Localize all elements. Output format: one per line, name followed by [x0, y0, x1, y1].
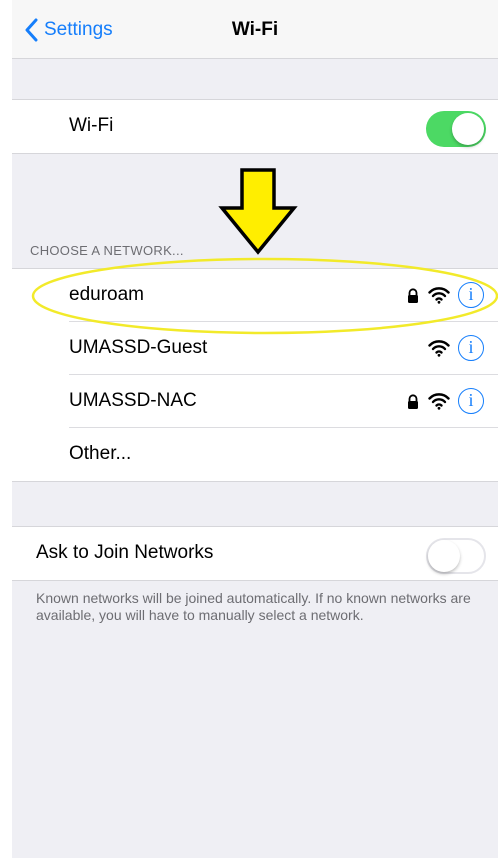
wifi-toggle[interactable] [426, 111, 486, 147]
wifi-row: Wi-Fi [12, 100, 498, 153]
info-icon[interactable]: i [458, 388, 484, 414]
wifi-settings-screen: Settings Wi-Fi Wi-Fi CHOOSE A NETWORK...… [12, 0, 498, 858]
ask-to-join-footer-note: Known networks will be joined automatica… [36, 590, 471, 623]
navigation-bar: Settings Wi-Fi [12, 0, 498, 59]
wifi-signal-icon [428, 340, 450, 357]
network-row-other[interactable]: Other... [12, 428, 498, 481]
network-name: UMASSD-Guest [69, 337, 208, 358]
network-row-umassd-nac[interactable]: UMASSD-NAC i [12, 375, 498, 428]
wifi-toggle-knob [452, 113, 484, 145]
wifi-signal-icon [428, 393, 450, 410]
info-icon[interactable]: i [458, 335, 484, 361]
lock-icon [408, 394, 418, 409]
wifi-row-label: Wi-Fi [69, 115, 114, 136]
ask-to-join-toggle[interactable] [426, 538, 486, 574]
network-name: UMASSD-NAC [69, 390, 197, 411]
ask-to-join-row: Ask to Join Networks [12, 527, 498, 580]
highlight-ellipse [31, 257, 498, 335]
other-network-label: Other... [69, 443, 132, 464]
arrow-down-icon [218, 168, 298, 255]
ask-to-join-toggle-knob [428, 540, 460, 572]
wifi-toggle-group: Wi-Fi [12, 99, 498, 154]
page-title: Wi-Fi [231, 19, 279, 40]
ask-to-join-label: Ask to Join Networks [36, 542, 214, 563]
ask-to-join-group: Ask to Join Networks [12, 526, 498, 581]
